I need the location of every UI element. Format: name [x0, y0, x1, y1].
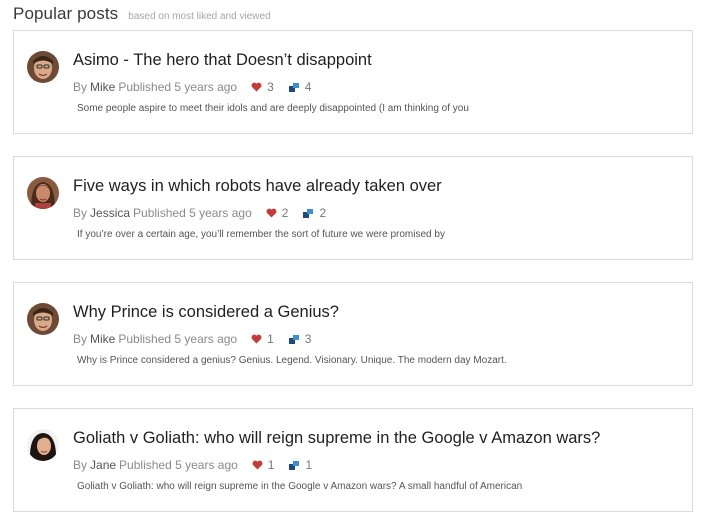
post-card[interactable]: Asimo - The hero that Doesn’t disappoint… — [13, 30, 693, 134]
views-stat: 2 — [302, 206, 326, 220]
views-count: 4 — [304, 80, 312, 94]
author-name[interactable]: Mike — [90, 332, 115, 346]
post-title[interactable]: Five ways in which robots have already t… — [73, 177, 442, 196]
post-card[interactable]: Why Prince is considered a Genius? By Mi… — [13, 282, 693, 386]
views-icon — [303, 208, 314, 218]
by-label: By — [73, 206, 88, 220]
post-title[interactable]: Asimo - The hero that Doesn’t disappoint — [73, 51, 372, 70]
man-avatar-icon — [27, 51, 59, 83]
heart-icon — [251, 82, 262, 92]
post-meta: By Jane Published 5 years ago 1 1 — [73, 458, 312, 472]
views-count: 1 — [305, 458, 313, 472]
woman-avatar-icon — [27, 429, 59, 461]
likes-stat: 1 — [251, 332, 274, 346]
post-meta: By Mike Published 5 years ago 1 3 — [73, 332, 311, 346]
post-excerpt: Why is Prince considered a genius? Geniu… — [77, 355, 507, 366]
published-label: Published 5 years ago — [119, 458, 238, 472]
popular-posts-header: Popular posts based on most liked and vi… — [13, 4, 271, 26]
likes-stat: 2 — [266, 206, 289, 220]
likes-count: 2 — [281, 206, 289, 220]
likes-count: 1 — [267, 458, 275, 472]
author-avatar[interactable] — [27, 429, 59, 461]
post-title[interactable]: Why Prince is considered a Genius? — [73, 303, 339, 322]
published-label: Published 5 years ago — [118, 80, 238, 94]
section-title: Popular posts — [13, 4, 119, 23]
views-count: 3 — [304, 332, 312, 346]
man-avatar-icon — [27, 303, 59, 335]
woman-avatar-icon — [27, 177, 59, 209]
author-avatar[interactable] — [27, 303, 59, 335]
author-name[interactable]: Jane — [90, 458, 116, 472]
by-label: By — [73, 332, 88, 346]
post-excerpt: Some people aspire to meet their idols a… — [77, 103, 469, 114]
post-meta: By Mike Published 5 years ago 3 4 — [73, 80, 311, 94]
views-icon — [288, 82, 299, 92]
author-avatar[interactable] — [27, 51, 59, 83]
author-name[interactable]: Mike — [90, 80, 115, 94]
heart-icon — [252, 460, 263, 470]
post-title[interactable]: Goliath v Goliath: who will reign suprem… — [73, 429, 600, 448]
views-stat: 1 — [288, 458, 312, 472]
published-label: Published 5 years ago — [133, 206, 252, 220]
author-avatar[interactable] — [27, 177, 59, 209]
likes-count: 3 — [267, 80, 274, 94]
post-excerpt: Goliath v Goliath: who will reign suprem… — [77, 481, 523, 492]
heart-icon — [251, 334, 262, 344]
likes-stat: 3 — [251, 80, 274, 94]
by-label: By — [73, 80, 88, 94]
likes-count: 1 — [267, 332, 274, 346]
section-subtitle: based on most liked and viewed — [128, 11, 271, 22]
heart-icon — [266, 208, 277, 218]
published-label: Published 5 years ago — [118, 332, 238, 346]
post-card[interactable]: Goliath v Goliath: who will reign suprem… — [13, 408, 693, 512]
likes-stat: 1 — [252, 458, 275, 472]
views-stat: 4 — [288, 80, 312, 94]
post-excerpt: If you’re over a certain age, you’ll rem… — [77, 229, 445, 240]
post-meta: By Jessica Published 5 years ago 2 2 — [73, 206, 326, 220]
views-stat: 3 — [288, 332, 312, 346]
author-name[interactable]: Jessica — [90, 206, 130, 220]
by-label: By — [73, 458, 88, 472]
views-icon — [289, 460, 300, 470]
views-icon — [288, 334, 299, 344]
views-count: 2 — [319, 206, 327, 220]
post-card[interactable]: Five ways in which robots have already t… — [13, 156, 693, 260]
